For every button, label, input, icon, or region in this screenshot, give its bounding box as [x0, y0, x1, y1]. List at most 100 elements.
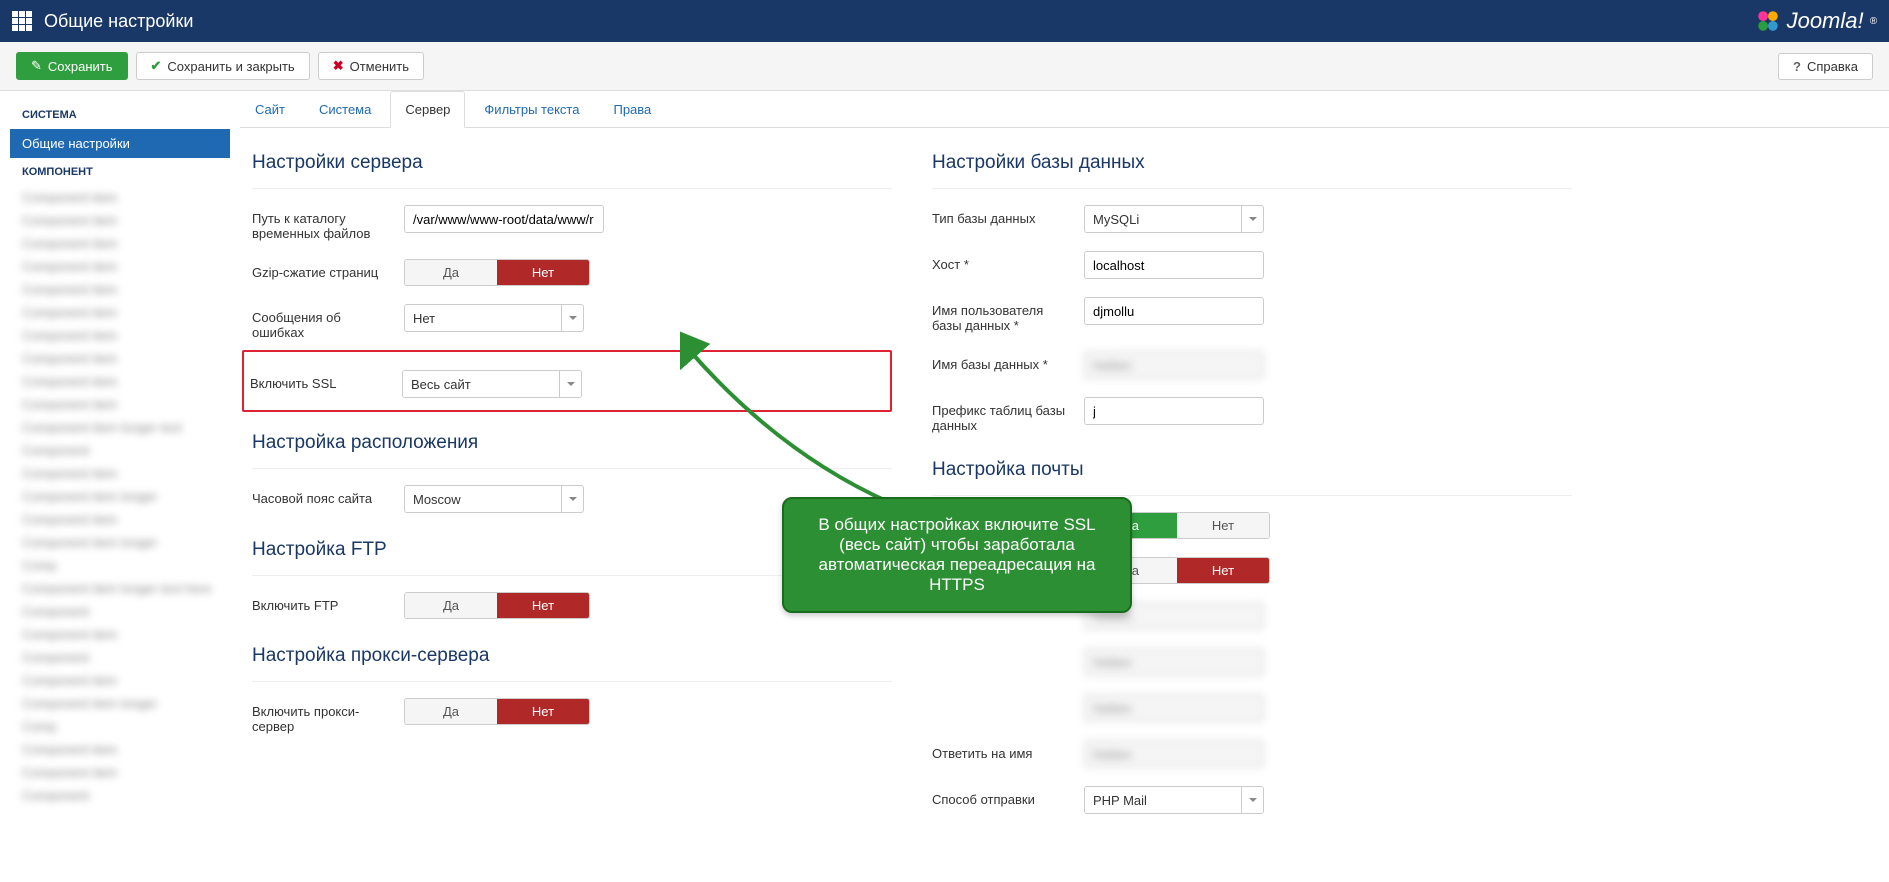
section-proxy: Настройка прокси-сервера — [252, 637, 892, 682]
tab-system[interactable]: Система — [304, 91, 386, 128]
sidebar-item-blurred[interactable]: Component item longer text — [10, 416, 230, 439]
section-location: Настройка расположения — [252, 424, 892, 469]
error-reporting-select[interactable]: Нет — [404, 304, 584, 332]
tab-site[interactable]: Сайт — [240, 91, 300, 128]
sidebar-item-blurred[interactable]: Component item — [10, 324, 230, 347]
proxy-switch[interactable]: Да Нет — [404, 698, 590, 725]
annotation-callout: В общих настройках включите SSL (весь са… — [782, 497, 1132, 613]
section-database: Настройки базы данных — [932, 144, 1572, 189]
tmp-path-input[interactable] — [404, 205, 604, 233]
sidebar-item-blurred[interactable]: Component item — [10, 669, 230, 692]
page-title: Общие настройки — [44, 11, 193, 32]
ftp-switch[interactable]: Да Нет — [404, 592, 590, 619]
mail-hidden-label-3 — [932, 648, 1084, 654]
ssl-select[interactable]: Весь сайт — [402, 370, 582, 398]
sidebar-item-blurred[interactable]: Component item — [10, 301, 230, 324]
db-prefix-label: Префикс таблиц базы данных — [932, 397, 1084, 433]
sidebar-item-blurred[interactable]: Component item — [10, 508, 230, 531]
sidebar-item-blurred[interactable]: Component — [10, 439, 230, 462]
chevron-down-icon — [561, 486, 583, 512]
db-type-label: Тип базы данных — [932, 205, 1084, 226]
tab-bar: Сайт Система Сервер Фильтры текста Права — [240, 91, 1889, 128]
save-close-button[interactable]: ✔ Сохранить и закрыть — [136, 52, 310, 80]
sidebar-heading-component: КОМПОНЕНТ — [10, 158, 230, 186]
mail-reply-label: Ответить на имя — [932, 740, 1084, 761]
sidebar-heading-system: СИСТЕМА — [10, 101, 230, 129]
save-button[interactable]: ✎ Сохранить — [16, 52, 128, 80]
db-host-input[interactable] — [1084, 251, 1264, 279]
sidebar-item-blurred[interactable]: Component item — [10, 462, 230, 485]
gzip-no[interactable]: Нет — [497, 260, 589, 285]
sidebar-item-blurred[interactable]: Component item — [10, 209, 230, 232]
db-name-input[interactable] — [1084, 351, 1264, 379]
cancel-button[interactable]: ✖ Отменить — [318, 52, 424, 80]
ssl-highlight-box: Включить SSL Весь сайт — [242, 350, 892, 412]
gzip-switch[interactable]: Да Нет — [404, 259, 590, 286]
sidebar-item-blurred[interactable]: Component item longer — [10, 485, 230, 508]
sidebar-item-blurred[interactable]: Comp — [10, 715, 230, 738]
chevron-down-icon — [1241, 206, 1263, 232]
mail-hidden-input-4[interactable] — [1084, 694, 1264, 722]
action-toolbar: ✎ Сохранить ✔ Сохранить и закрыть ✖ Отме… — [0, 42, 1889, 91]
gzip-yes[interactable]: Да — [405, 260, 497, 285]
mail-hidden-label-4 — [932, 694, 1084, 700]
tab-server[interactable]: Сервер — [390, 91, 465, 128]
mailer-select[interactable]: PHP Mail — [1084, 786, 1264, 814]
db-prefix-input[interactable] — [1084, 397, 1264, 425]
section-mail: Настройка почты — [932, 451, 1572, 496]
chevron-down-icon — [559, 371, 581, 397]
section-server-settings: Настройки сервера — [252, 144, 892, 189]
sidebar-item-blurred[interactable]: Component item — [10, 186, 230, 209]
db-user-input[interactable] — [1084, 297, 1264, 325]
tab-permissions[interactable]: Права — [598, 91, 666, 128]
error-reporting-label: Сообщения об ошибках — [252, 304, 404, 340]
sidebar-item-blurred[interactable]: Component item — [10, 761, 230, 784]
help-icon: ? — [1793, 59, 1801, 74]
sidebar-item-blurred[interactable]: Component — [10, 600, 230, 623]
sidebar-item-blurred[interactable]: Comp — [10, 554, 230, 577]
sidebar-item-blurred[interactable]: Component item — [10, 347, 230, 370]
sidebar-item-blurred[interactable]: Component — [10, 646, 230, 669]
proxy-yes[interactable]: Да — [405, 699, 497, 724]
help-button[interactable]: ? Справка — [1778, 53, 1873, 80]
mail-hidden-no[interactable]: Нет — [1177, 558, 1269, 583]
save-icon: ✎ — [31, 58, 42, 74]
sidebar-item-blurred[interactable]: Component item — [10, 278, 230, 301]
db-host-label: Хост * — [932, 251, 1084, 272]
sidebar-item-blurred[interactable]: Component item — [10, 623, 230, 646]
sidebar-item-blurred[interactable]: Component item longer text here — [10, 577, 230, 600]
sidebar-item-general[interactable]: Общие настройки — [10, 129, 230, 158]
timezone-label: Часовой пояс сайта — [252, 485, 404, 506]
joomla-logo: Joomla!® — [1755, 8, 1877, 34]
proxy-enable-label: Включить прокси-сервер — [252, 698, 404, 734]
cancel-icon: ✖ — [333, 58, 344, 74]
mail-hidden-input-3[interactable] — [1084, 648, 1264, 676]
tmp-path-label: Путь к каталогу временных файлов — [252, 205, 404, 241]
sidebar-item-blurred[interactable]: Component item — [10, 738, 230, 761]
chevron-down-icon — [1241, 787, 1263, 813]
ftp-enable-label: Включить FTP — [252, 592, 404, 613]
sidebar-item-blurred[interactable]: Component item longer — [10, 531, 230, 554]
db-user-label: Имя пользователя базы данных * — [932, 297, 1084, 333]
grid-icon — [12, 11, 32, 31]
mail-reply-input[interactable] — [1084, 740, 1264, 768]
proxy-no[interactable]: Нет — [497, 699, 589, 724]
db-type-select[interactable]: MySQLi — [1084, 205, 1264, 233]
gzip-label: Gzip-сжатие страниц — [252, 259, 404, 280]
sidebar: СИСТЕМА Общие настройки КОМПОНЕНТ Compon… — [0, 91, 240, 852]
sidebar-item-blurred[interactable]: Component item — [10, 370, 230, 393]
ftp-yes[interactable]: Да — [405, 593, 497, 618]
timezone-select[interactable]: Moscow — [404, 485, 584, 513]
ftp-no[interactable]: Нет — [497, 593, 589, 618]
db-name-label: Имя базы данных * — [932, 351, 1084, 372]
mail-send-no[interactable]: Нет — [1177, 513, 1269, 538]
sidebar-item-blurred[interactable]: Component item — [10, 255, 230, 278]
sidebar-item-blurred[interactable]: Component item — [10, 393, 230, 416]
app-header: Общие настройки Joomla!® — [0, 0, 1889, 42]
check-icon: ✔ — [151, 58, 162, 74]
sidebar-item-blurred[interactable]: Component item longer — [10, 692, 230, 715]
sidebar-item-blurred[interactable]: Component — [10, 784, 230, 807]
sidebar-item-blurred[interactable]: Component item — [10, 232, 230, 255]
tab-filters[interactable]: Фильтры текста — [469, 91, 594, 128]
chevron-down-icon — [561, 305, 583, 331]
